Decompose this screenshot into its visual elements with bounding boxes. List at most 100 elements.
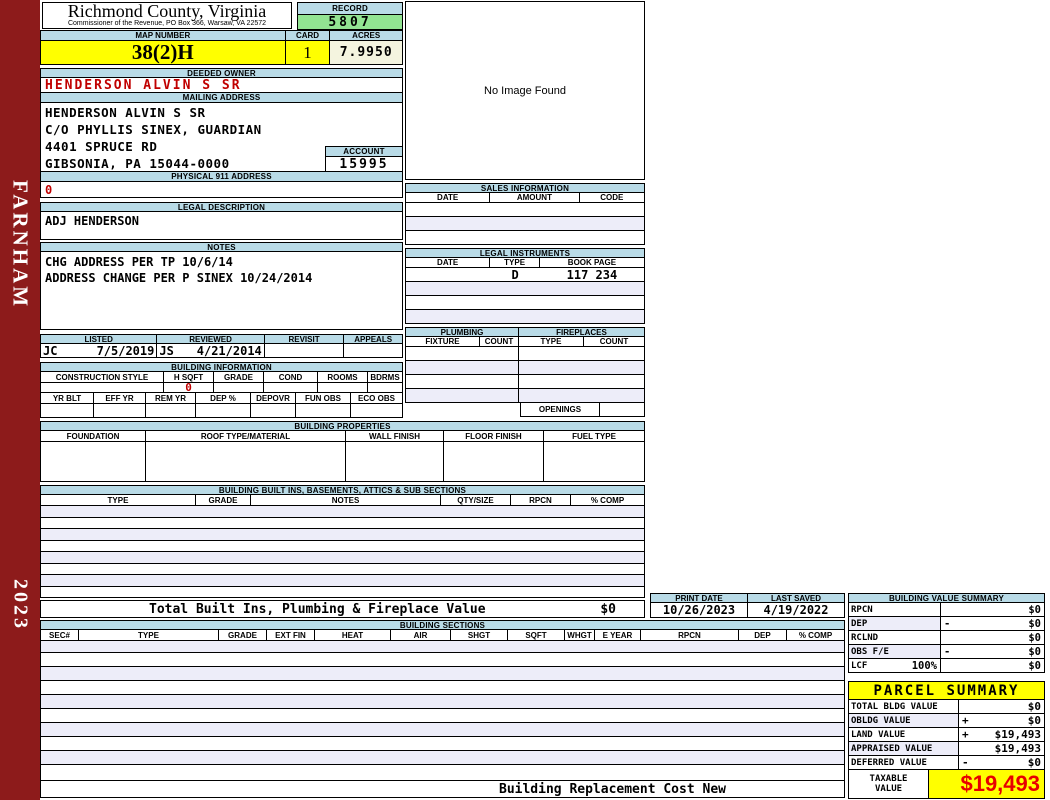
appeals-value	[344, 344, 402, 357]
bvs-value: $0	[1028, 631, 1041, 644]
parcel-label: APPRAISED VALUE	[849, 742, 959, 755]
notes-value: CHG ADDRESS PER TP 10/6/14 ADDRESS CHANG…	[40, 252, 403, 330]
parcel-label: TOTAL BLDG VALUE	[849, 700, 959, 713]
col-rooms: ROOMS	[318, 372, 368, 382]
deeded-owner-label: DEEDED OWNER	[40, 68, 403, 78]
note-line: CHG ADDRESS PER TP 10/6/14	[45, 255, 233, 269]
col-grade: GRADE	[214, 372, 264, 382]
col-eff-yr: EFF YR	[94, 393, 146, 403]
mailing-address-line: HENDERSON ALVIN S SR	[45, 105, 206, 120]
empty-row	[40, 529, 645, 541]
card-label: CARD	[286, 31, 331, 40]
col-dep-pct: DEP %	[196, 393, 251, 403]
deeded-owner-value: HENDERSON ALVIN S SR	[40, 78, 403, 93]
empty-row	[40, 506, 645, 518]
sidebar: FARNHAM 2023	[0, 0, 40, 800]
building-properties: BUILDING PROPERTIES FOUNDATION ROOF TYPE…	[40, 421, 645, 482]
parcel-value: $19,493	[994, 728, 1041, 741]
property-record-card: FARNHAM 2023 Richmond County, Virginia C…	[0, 0, 1050, 800]
appeals-label: APPEALS	[354, 334, 393, 344]
building-info-vals1: 0	[40, 381, 403, 394]
built-ins-total-label: Total Built Ins, Plumbing & Fireplace Va…	[149, 601, 486, 617]
col-count: COUNT	[480, 337, 519, 346]
parcel-row: LAND VALUE + $19,493	[848, 728, 1045, 742]
building-properties-title: BUILDING PROPERTIES	[40, 421, 645, 431]
parcel-row: TOTAL BLDG VALUE $0	[848, 700, 1045, 714]
county-header: Richmond County, Virginia Commissioner o…	[42, 2, 292, 29]
taxable-value-amount: $19,493	[929, 770, 1044, 798]
col-qty-size: QTY/SIZE	[441, 495, 511, 505]
col-bdrms: BDRMS	[370, 372, 400, 382]
col-fp-type: TYPE	[519, 337, 584, 346]
bvs-row: RCLND $0	[848, 631, 1045, 645]
commissioner-line: Commissioner of the Revenue, PO Box 366,…	[67, 20, 267, 27]
empty-row	[40, 751, 845, 765]
building-info-cols1: CONSTRUCTION STYLE H SQFT GRADE COND ROO…	[40, 372, 403, 383]
building-value-summary-title: BUILDING VALUE SUMMARY	[848, 593, 1045, 603]
col-eco-obs: ECO OBS	[358, 393, 395, 403]
print-date-label: PRINT DATE	[651, 594, 748, 603]
record-box: RECORD 5807	[297, 2, 403, 30]
map-card-acres: MAP NUMBER CARD ACRES 38(2)H 1 7.9950	[40, 30, 403, 65]
col-type: TYPE	[490, 258, 540, 267]
openings-value	[600, 403, 644, 416]
col-construction-style: CONSTRUCTION STYLE	[41, 372, 164, 382]
property-photo-placeholder: No Image Found	[405, 1, 645, 180]
empty-row	[40, 518, 645, 529]
empty-row	[40, 564, 645, 575]
col-notes: NOTES	[251, 495, 441, 505]
parcel-summary-title: PARCEL SUMMARY	[848, 681, 1045, 700]
mailing-address-line: C/O PHYLLIS SINEX, GUARDIAN	[45, 122, 262, 137]
note-line: ADDRESS CHANGE PER P SINEX 10/24/2014	[45, 271, 313, 285]
col-whgt: WHGT	[565, 630, 595, 640]
account-value: 15995	[325, 157, 403, 172]
parcel-sign: +	[962, 728, 969, 741]
print-info: PRINT DATE LAST SAVED 10/26/2023 4/19/20…	[650, 593, 845, 618]
bvs-label: RCLND	[849, 631, 941, 644]
bvs-sign: -	[944, 617, 951, 630]
listed-label: LISTED	[41, 335, 158, 344]
plumbing-fireplaces: PLUMBING FIREPLACES FIXTURE COUNT TYPE C…	[405, 327, 645, 417]
empty-row	[405, 375, 645, 389]
legal-instruments-columns: DATE TYPE BOOK PAGE	[405, 258, 645, 268]
parcel-label: OBLDG VALUE	[849, 714, 959, 727]
parcel-value: $0	[1027, 714, 1041, 727]
built-ins-total-row: Total Built Ins, Plumbing & Fireplace Va…	[40, 600, 645, 618]
legal-description-value: ADJ HENDERSON	[40, 212, 403, 240]
reviewed-date: 4/21/2014	[196, 343, 262, 358]
empty-row	[405, 282, 645, 296]
col-book-page: BOOK PAGE	[567, 258, 617, 267]
empty-row	[405, 361, 645, 375]
col-heat: HEAT	[315, 630, 391, 640]
county-title: Richmond County, Virginia	[67, 1, 267, 21]
col-e-year: E YEAR	[595, 630, 641, 640]
instrument-book-page: 117 234	[566, 268, 618, 282]
legal-instruments-title: LEGAL INSTRUMENTS	[405, 248, 645, 258]
bvs-row: DEP - $0	[848, 617, 1045, 631]
map-number-label: MAP NUMBER	[41, 31, 286, 40]
physical-911-value: 0	[40, 182, 403, 198]
bvs-row: LCF 100% $0	[848, 659, 1045, 673]
col-fixture: FIXTURE	[406, 337, 480, 346]
record-label: RECORD	[297, 2, 403, 15]
bvs-row: OBS F/E - $0	[848, 645, 1045, 659]
empty-row	[405, 310, 645, 324]
col-comp: % COMP	[798, 630, 833, 640]
empty-row	[405, 203, 645, 217]
col-fuel-type: FUEL TYPE	[572, 431, 616, 441]
parcel-value: $19,493	[994, 742, 1041, 755]
col-dep: DEP	[739, 630, 787, 640]
empty-row	[40, 653, 845, 667]
bvs-value: $0	[1028, 603, 1041, 616]
sales-title: SALES INFORMATION	[405, 183, 645, 193]
col-yr-blt: YR BLT	[41, 393, 94, 403]
col-cond: COND	[264, 372, 318, 382]
listed-by: JC	[43, 343, 58, 358]
empty-row	[405, 389, 645, 403]
empty-row	[405, 217, 645, 231]
plumbing-title: PLUMBING	[406, 328, 519, 337]
mailing-address-label: MAILING ADDRESS	[40, 93, 403, 103]
col-ext-fin: EXT FIN	[267, 630, 315, 640]
empty-row	[405, 296, 645, 310]
map-number-value: 38(2)H	[41, 40, 286, 64]
